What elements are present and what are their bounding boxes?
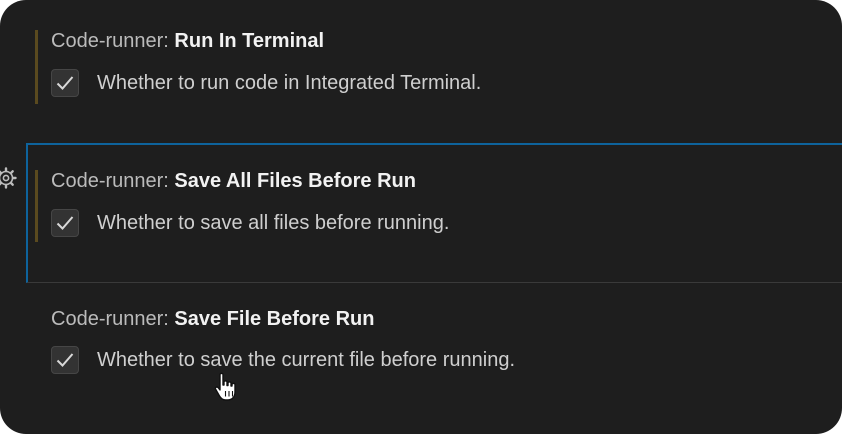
setting-title: Code-runner: Save File Before Run xyxy=(51,308,374,331)
save-file-checkbox[interactable] xyxy=(51,346,79,374)
hand-pointer-cursor-icon xyxy=(214,372,236,401)
setting-save-file-before-run: Code-runner: Save File Before Run Whethe… xyxy=(26,283,842,434)
setting-name: Save File Before Run xyxy=(174,308,375,330)
setting-description: Whether to save all files before running… xyxy=(97,211,450,234)
settings-panel: Code-runner: Run In Terminal Whether to … xyxy=(0,0,842,434)
setting-description: Whether to run code in Integrated Termin… xyxy=(97,71,482,94)
save-all-files-checkbox[interactable] xyxy=(51,209,79,237)
setting-value-row: Whether to save all files before running… xyxy=(51,209,449,237)
modified-indicator xyxy=(35,30,38,104)
setting-name: Run In Terminal xyxy=(174,30,325,52)
setting-category: Code-runner: xyxy=(51,30,169,52)
setting-save-all-files-before-run: Code-runner: Save All Files Before Run W… xyxy=(26,143,842,283)
setting-description: Whether to save the current file before … xyxy=(97,348,516,371)
setting-category: Code-runner: xyxy=(51,170,169,192)
setting-title: Code-runner: Run In Terminal xyxy=(51,30,324,53)
setting-category: Code-runner: xyxy=(51,308,169,330)
run-in-terminal-checkbox[interactable] xyxy=(51,69,79,97)
gear-icon[interactable] xyxy=(0,166,18,190)
setting-value-row: Whether to save the current file before … xyxy=(51,346,515,374)
setting-value-row: Whether to run code in Integrated Termin… xyxy=(51,69,481,97)
setting-run-in-terminal: Code-runner: Run In Terminal Whether to … xyxy=(26,0,842,142)
check-icon xyxy=(56,76,74,90)
setting-name: Save All Files Before Run xyxy=(174,170,416,192)
setting-title: Code-runner: Save All Files Before Run xyxy=(51,170,416,193)
check-icon xyxy=(56,353,74,367)
modified-indicator xyxy=(35,170,38,242)
check-icon xyxy=(56,216,74,230)
